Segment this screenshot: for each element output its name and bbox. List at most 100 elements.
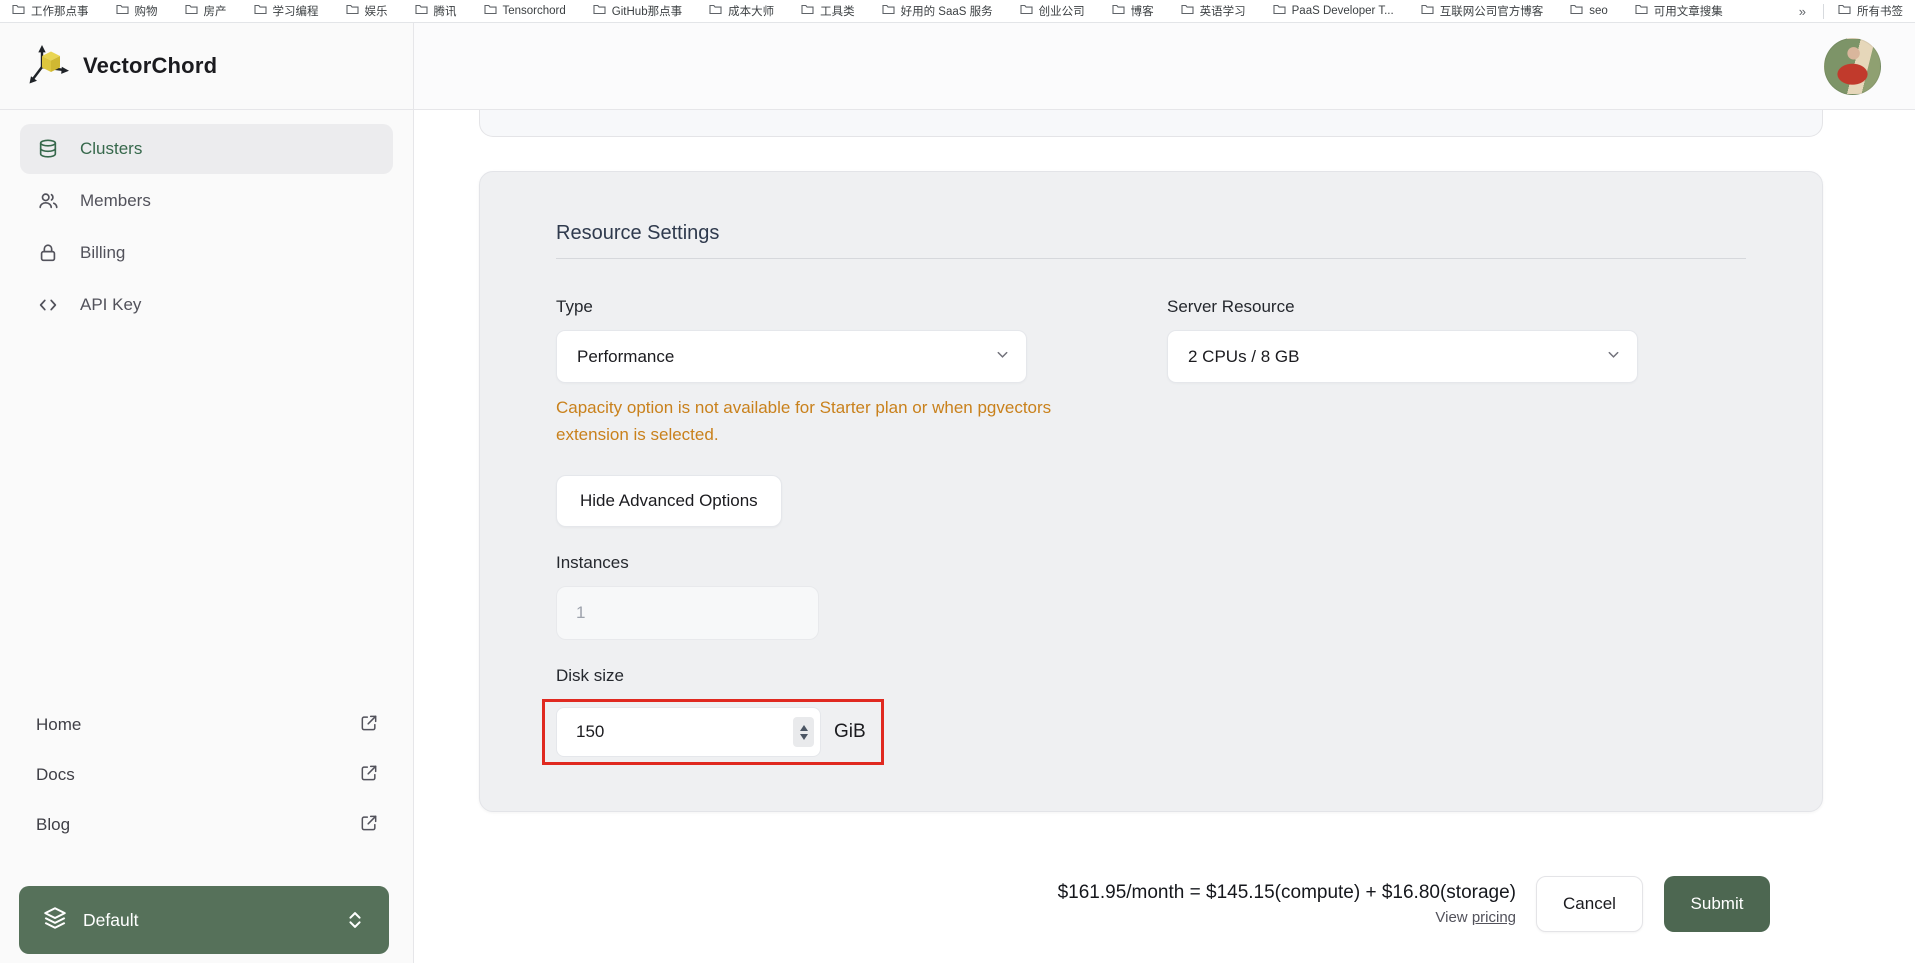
view-pricing-link[interactable]: View pricing xyxy=(1058,909,1516,926)
sidebar-item-label: Members xyxy=(80,191,151,210)
bookmark-item[interactable]: 博客 xyxy=(1112,3,1154,19)
main-area: Resource Settings Type Performance Serve… xyxy=(414,23,1915,963)
sidebar-item-clusters[interactable]: Clusters xyxy=(20,124,393,174)
bookmark-item[interactable]: 创业公司 xyxy=(1020,3,1085,19)
folder-icon xyxy=(483,4,497,18)
bookmark-label: 可用文章搜集 xyxy=(1653,6,1723,18)
bookmark-item[interactable]: GitHub那点事 xyxy=(593,3,682,19)
bookmark-item[interactable]: 房产 xyxy=(184,3,227,19)
sidebar-nav: Clusters Members Billing API Key xyxy=(0,110,413,330)
folder-icon xyxy=(115,4,129,18)
view-pricing-prefix: View xyxy=(1435,909,1472,926)
folder-icon xyxy=(1838,4,1851,18)
bookmark-label: 好用的 SaaS 服务 xyxy=(900,6,993,18)
bookmark-label: 学习编程 xyxy=(272,6,319,18)
external-link-icon xyxy=(359,713,379,738)
bookmark-label: seo xyxy=(1589,5,1608,17)
disk-size-input[interactable] xyxy=(576,722,793,742)
users-icon xyxy=(37,190,59,212)
all-bookmarks-button[interactable]: 所有书签 xyxy=(1838,3,1903,19)
chevron-down-icon xyxy=(1606,347,1621,367)
bookmark-label: Tensorchord xyxy=(502,5,566,17)
card-title-divider xyxy=(556,258,1746,259)
brand-name: VectorChord xyxy=(83,53,218,78)
sidebar-item-billing[interactable]: Billing xyxy=(20,228,393,278)
bookmark-item[interactable]: 娱乐 xyxy=(345,3,388,19)
bookmark-item[interactable]: 工具类 xyxy=(801,3,855,19)
bookmark-label: 互联网公司官方博客 xyxy=(1439,6,1544,18)
vectorchord-logo-icon xyxy=(28,43,74,90)
capacity-warning-text: Capacity option is not available for Sta… xyxy=(556,398,1052,444)
bookmarks-overflow-icon[interactable]: » xyxy=(1795,4,1809,19)
project-name: Default xyxy=(83,909,139,930)
folder-icon xyxy=(1273,4,1286,18)
bookmark-item[interactable]: 互联网公司官方博客 xyxy=(1421,3,1544,19)
folder-icon xyxy=(1570,4,1583,18)
database-icon xyxy=(37,138,59,160)
bookmarks-list: 工作那点事 购物 房产 学习编程 娱乐 腾讯 Tensorchord GitHub那点事 成本大… xyxy=(12,3,1723,19)
bookmark-label: 工作那点事 xyxy=(31,6,89,18)
bookmark-item[interactable]: seo xyxy=(1570,4,1608,18)
user-avatar[interactable] xyxy=(1824,37,1881,95)
bookmark-label: GitHub那点事 xyxy=(611,6,683,18)
bookmark-item[interactable]: 成本大师 xyxy=(709,3,774,19)
folder-icon xyxy=(12,4,25,18)
bookmark-label: 购物 xyxy=(134,6,158,18)
bookmark-item[interactable]: 好用的 SaaS 服务 xyxy=(882,3,993,19)
sidebar-item-label: Clusters xyxy=(80,139,143,158)
bookmark-label: 博客 xyxy=(1130,6,1154,18)
card-title: Resource Settings xyxy=(556,222,720,244)
bookmark-label: 娱乐 xyxy=(364,6,388,18)
code-icon xyxy=(37,294,59,316)
bookmark-item[interactable]: PaaS Developer T... xyxy=(1273,4,1394,18)
resource-settings-card: Resource Settings Type Performance Serve… xyxy=(479,171,1823,812)
stepper-down-icon[interactable] xyxy=(799,733,808,740)
brand-header: VectorChord xyxy=(0,23,413,110)
folder-icon xyxy=(709,4,722,18)
view-pricing-word[interactable]: pricing xyxy=(1472,909,1516,926)
sidebar-external-links: Home Docs Blog xyxy=(0,700,413,850)
external-link-icon xyxy=(359,763,379,788)
red-highlight-box: GiB xyxy=(542,699,884,765)
sidebar-link-home[interactable]: Home xyxy=(20,700,393,750)
sidebar-item-members[interactable]: Members xyxy=(20,176,393,226)
top-header xyxy=(414,23,1915,110)
submit-button[interactable]: Submit xyxy=(1664,876,1770,932)
bookmark-item[interactable]: Tensorchord xyxy=(483,4,566,18)
stepper-up-icon[interactable] xyxy=(799,724,808,731)
cancel-button[interactable]: Cancel xyxy=(1536,876,1643,932)
type-field: Type Performance xyxy=(556,297,1027,383)
bookmarks-bar: 工作那点事 购物 房产 学习编程 娱乐 腾讯 Tensorchord GitHub那点事 成本大… xyxy=(0,0,1915,23)
instances-input[interactable] xyxy=(556,586,819,640)
server-resource-select-value: 2 CPUs / 8 GB xyxy=(1188,346,1300,366)
sidebar-link-docs[interactable]: Docs xyxy=(20,750,393,800)
disk-size-field-box xyxy=(556,707,821,757)
hide-advanced-options-button[interactable]: Hide Advanced Options xyxy=(556,475,782,527)
server-resource-select[interactable]: 2 CPUs / 8 GB xyxy=(1167,330,1638,383)
bookmark-item[interactable]: 学习编程 xyxy=(253,3,319,19)
sidebar-item-api-key[interactable]: API Key xyxy=(20,280,393,330)
bookmark-item[interactable]: 工作那点事 xyxy=(12,3,89,19)
sidebar-link-blog[interactable]: Blog xyxy=(20,800,393,850)
number-stepper[interactable] xyxy=(793,717,814,747)
folder-icon xyxy=(801,4,814,18)
bookmark-item[interactable]: 可用文章搜集 xyxy=(1635,3,1723,19)
folder-icon xyxy=(345,4,359,18)
bookmark-label: PaaS Developer T... xyxy=(1291,5,1394,17)
folder-icon xyxy=(1635,4,1648,18)
bookmark-item[interactable]: 购物 xyxy=(115,3,158,19)
bookmark-item[interactable]: 腾讯 xyxy=(414,3,457,19)
price-summary: $161.95/month = $145.15(compute) + $16.8… xyxy=(1057,882,1516,903)
bookmarks-separator xyxy=(1823,3,1824,19)
lock-icon xyxy=(37,242,59,264)
disk-size-label: Disk size xyxy=(556,666,625,685)
link-label: Home xyxy=(36,715,82,734)
bookmark-label: 英语学习 xyxy=(1199,6,1246,18)
type-select[interactable]: Performance xyxy=(556,330,1027,383)
sidebar-item-label: API Key xyxy=(80,295,142,314)
server-resource-label: Server Resource xyxy=(1167,297,1295,316)
bookmark-label: 创业公司 xyxy=(1038,6,1085,18)
bookmark-item[interactable]: 英语学习 xyxy=(1181,3,1246,19)
project-switcher-button[interactable]: Default xyxy=(19,886,389,954)
